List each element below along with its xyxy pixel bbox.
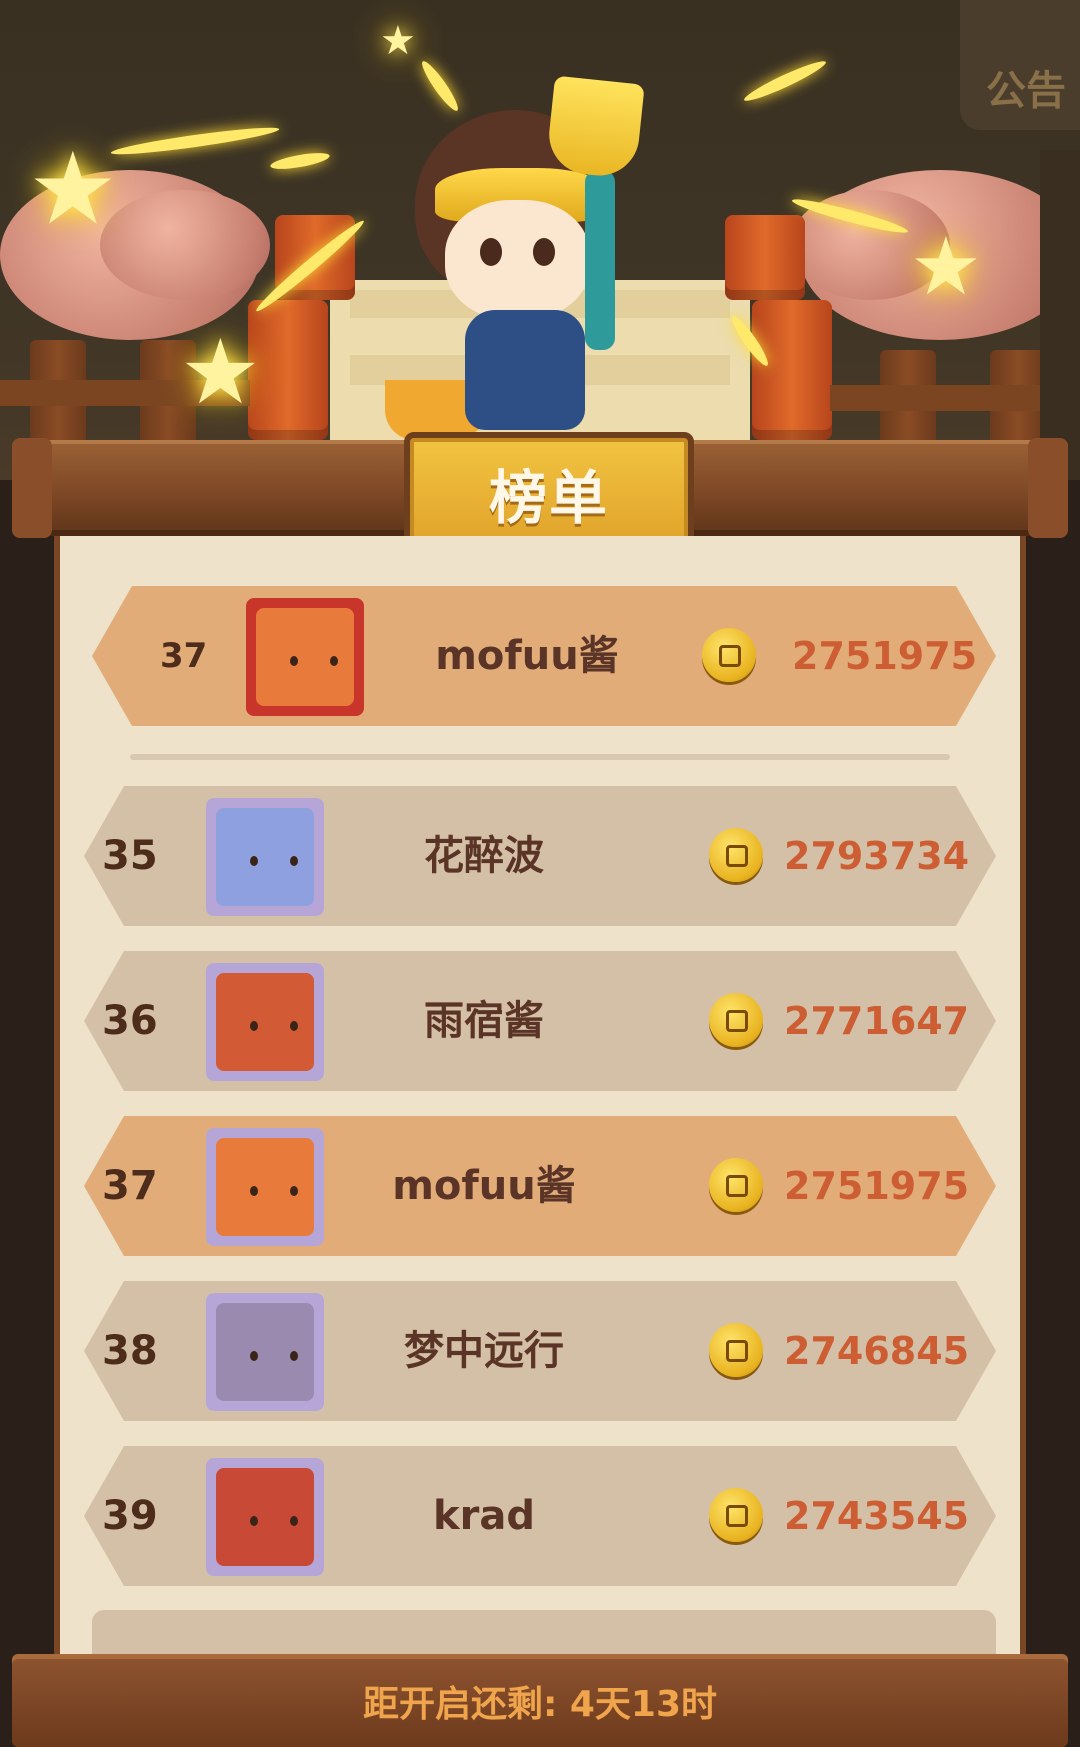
leaderboard-title: 榜单: [488, 464, 609, 532]
leaderboard-row[interactable]: 36 雨宿酱 2771647: [84, 951, 996, 1091]
golden-shovel-handle: [585, 170, 615, 350]
player-score: 2751975: [784, 1164, 970, 1208]
player-score: 2793734: [784, 834, 970, 878]
player-name: 雨宿酱: [424, 998, 544, 1044]
coin-icon: [709, 1158, 763, 1212]
coin-icon: [709, 1323, 763, 1377]
sparkle-streak: [109, 123, 281, 159]
coin-icon: [709, 1488, 763, 1542]
character-mascot: [385, 75, 655, 440]
notice-label: 公告: [986, 68, 1066, 114]
leaderboard-row[interactable]: 38 梦中远行 2746845: [84, 1281, 996, 1421]
player-score: 2751975: [792, 634, 978, 678]
coin-icon: [702, 628, 756, 682]
player-avatar[interactable]: [206, 798, 324, 916]
player-avatar[interactable]: [206, 1293, 324, 1411]
coin-icon: [709, 828, 763, 882]
player-avatar[interactable]: [206, 1458, 324, 1576]
side-menu-edge: [1040, 150, 1080, 480]
leaderboard-panel[interactable]: 37 mofuu酱 2751975 35 花醉波 2793734 36 雨宿酱 27716…: [54, 536, 1026, 1654]
rank-number: 38: [102, 1328, 158, 1374]
rank-number: 35: [102, 833, 158, 879]
player-name: 梦中远行: [404, 1328, 564, 1374]
next-row-peek: [92, 1610, 996, 1654]
notice-button[interactable]: 公告: [960, 0, 1080, 130]
sparkle-streak: [741, 56, 829, 106]
countdown-bar: 距开启还剩: 4天13时: [12, 1654, 1068, 1747]
player-avatar[interactable]: [206, 963, 324, 1081]
player-avatar[interactable]: [206, 1128, 324, 1246]
sparkle-streak: [269, 149, 331, 173]
sparkle-star-icon: ★: [910, 220, 982, 313]
leaderboard-row[interactable]: 37 mofuu酱 2751975: [84, 1116, 996, 1256]
orange-pillar: [752, 300, 832, 440]
orange-pillar: [725, 215, 805, 300]
player-name: krad: [433, 1493, 535, 1539]
player-avatar[interactable]: [246, 598, 364, 716]
beam-cap-right: [1028, 438, 1068, 538]
sparkle-star-icon: ★: [28, 130, 118, 247]
sparkle-star-icon: ★: [380, 18, 416, 64]
blossom-tree-left: [100, 190, 270, 300]
player-name: mofuu酱: [392, 1163, 576, 1209]
rank-number: 37: [160, 636, 208, 676]
beam-cap-left: [12, 438, 52, 538]
sparkle-star-icon: ★: [180, 320, 261, 425]
player-score: 2771647: [784, 999, 970, 1043]
countdown-text: 距开启还剩: 4天13时: [362, 1683, 718, 1725]
rank-number: 37: [102, 1163, 158, 1209]
player-score: 2743545: [784, 1494, 970, 1538]
coin-icon: [709, 993, 763, 1047]
row-divider: [130, 754, 950, 760]
game-scene-background: 公告 ★ ★ ★ ★: [0, 0, 1080, 480]
leaderboard-row[interactable]: 35 花醉波 2793734: [84, 786, 996, 926]
leaderboard-row[interactable]: 39 krad 2743545: [84, 1446, 996, 1586]
my-rank-row[interactable]: 37 mofuu酱 2751975: [92, 586, 996, 726]
player-score: 2746845: [784, 1329, 970, 1373]
player-name: mofuu酱: [435, 633, 619, 679]
rank-number: 39: [102, 1493, 158, 1539]
rank-number: 36: [102, 998, 158, 1044]
player-name: 花醉波: [424, 833, 544, 879]
